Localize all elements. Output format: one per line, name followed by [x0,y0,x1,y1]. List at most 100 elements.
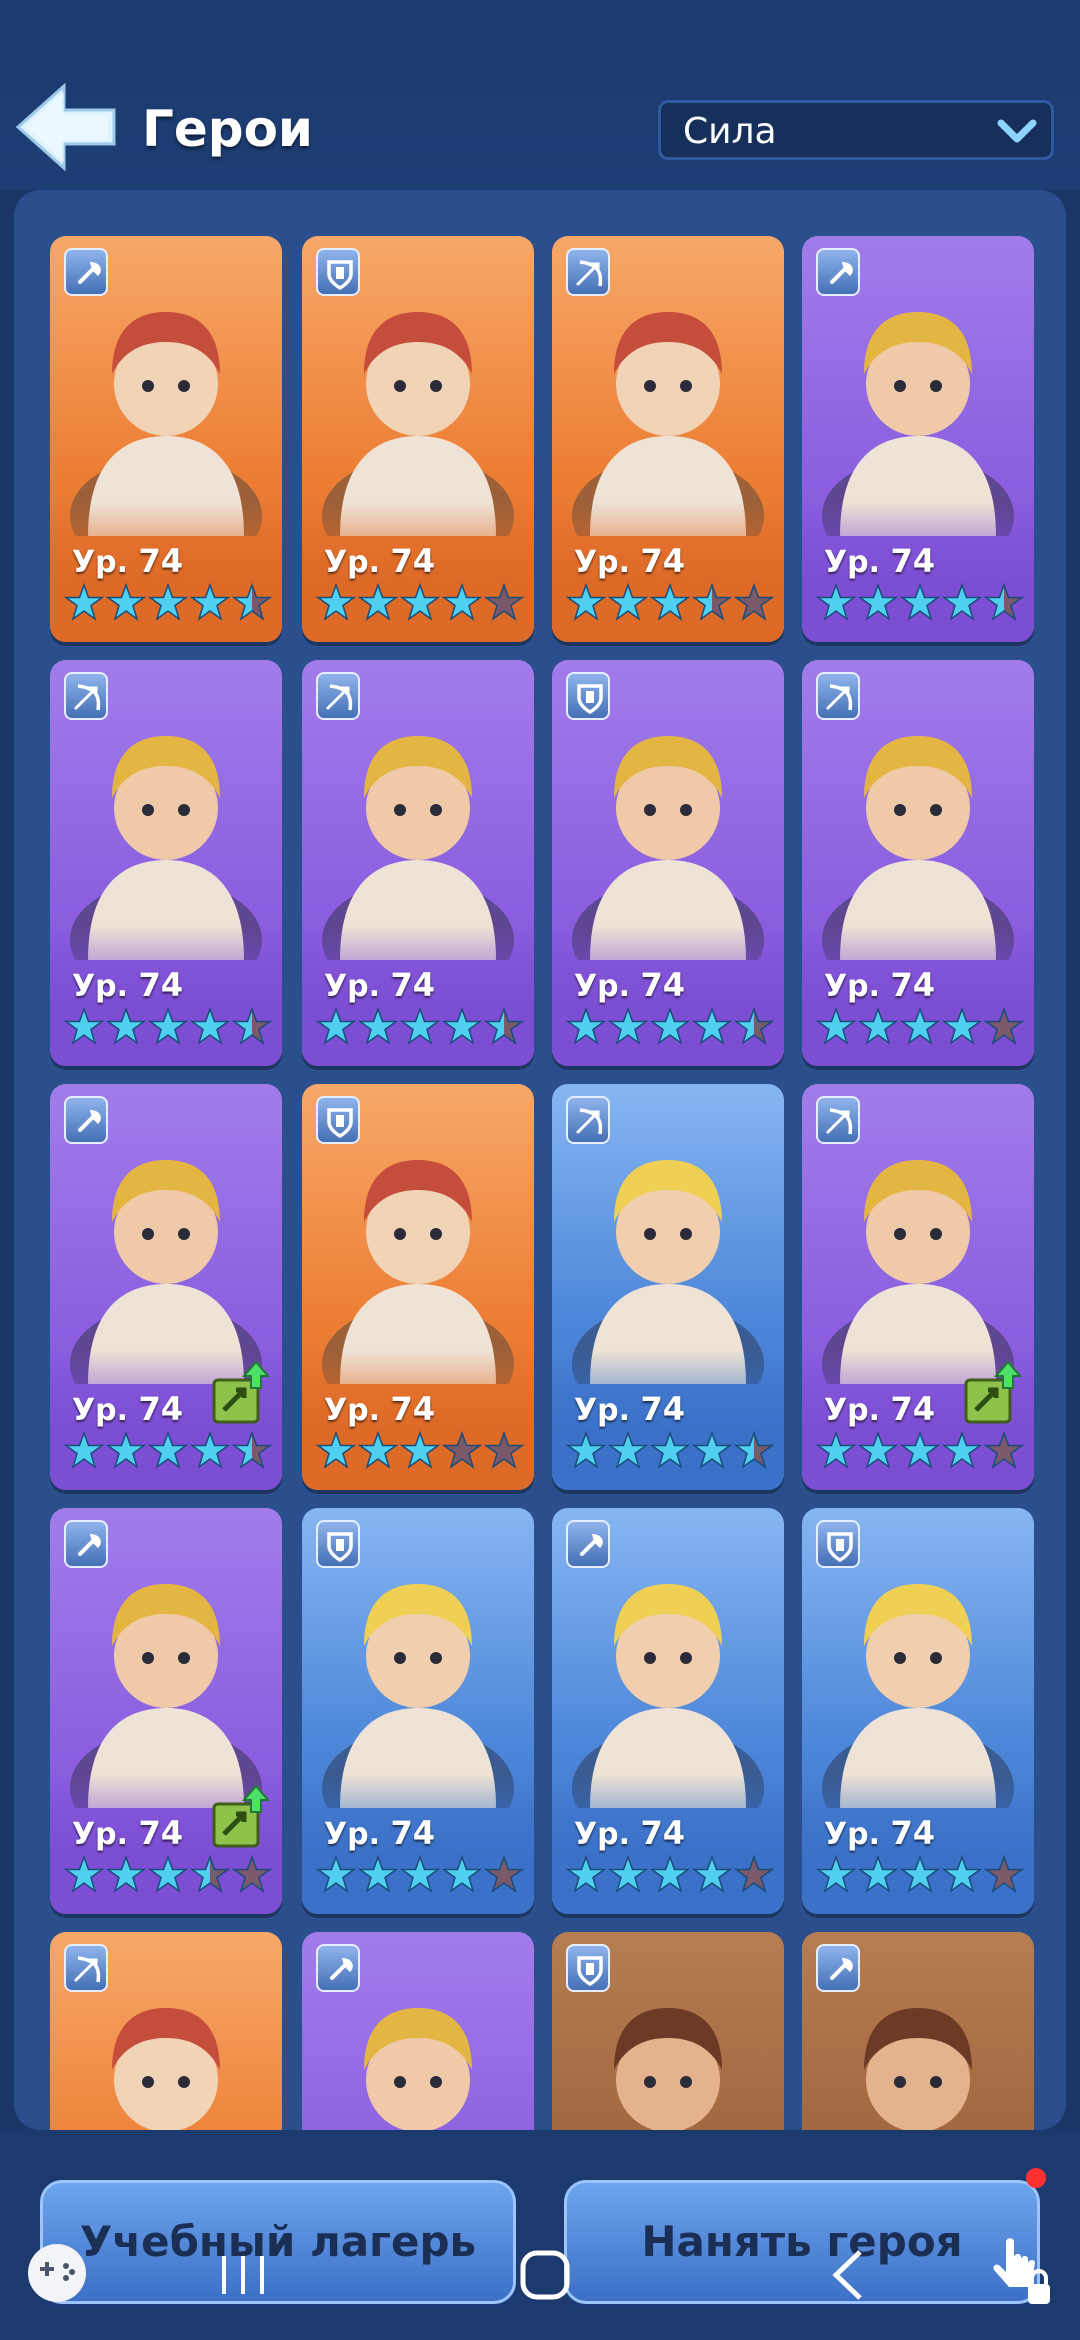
star-icon [734,1430,774,1469]
hero-card[interactable]: Ур. 74 [552,236,784,642]
star-icon [148,1430,188,1469]
hero-portrait [572,312,764,536]
bow-class-icon [816,1096,860,1144]
hero-card[interactable] [552,1932,784,2130]
system-nav-bar [0,2204,1080,2340]
axe-class-icon [64,248,108,296]
star-icon [358,1854,398,1893]
star-icon [608,1430,648,1469]
hero-stars [316,582,524,622]
star-icon [650,1430,690,1469]
hero-card[interactable]: Ур. 74 [50,1084,282,1490]
hero-card[interactable]: Ур. 74 [50,1508,282,1914]
star-icon [984,1854,1024,1893]
game-controller-icon[interactable] [26,2242,88,2304]
top-bar: Герои Сила [0,0,1080,190]
hero-card[interactable]: Ур. 74 [50,660,282,1066]
hero-portrait [322,736,514,960]
star-icon [442,1854,482,1893]
hero-level: Ур. 74 [324,1390,435,1428]
star-icon [942,1006,982,1045]
hero-portrait [70,312,262,536]
star-icon [942,1854,982,1893]
star-icon [400,1430,440,1469]
axe-class-icon [816,248,860,296]
star-icon [608,1854,648,1893]
star-icon [858,1430,898,1469]
star-icon [148,1006,188,1045]
hero-card[interactable] [802,1932,1034,2130]
shield-class-icon [316,1520,360,1568]
shield-class-icon [566,1944,610,1992]
star-icon [148,582,188,621]
hero-portrait [572,1584,764,1808]
star-icon [442,1006,482,1045]
back-nav-icon[interactable] [828,2248,868,2302]
axe-class-icon [316,1944,360,1992]
hero-card[interactable]: Ур. 74 [552,660,784,1066]
star-icon [316,1854,356,1893]
shield-class-icon [816,1520,860,1568]
star-icon [608,582,648,621]
star-icon [816,1430,856,1469]
star-icon [190,582,230,621]
star-icon [316,1006,356,1045]
hero-portrait [572,1160,764,1384]
shield-class-icon [566,672,610,720]
star-icon [858,1854,898,1893]
hero-card[interactable]: Ур. 74 [302,236,534,642]
hero-card[interactable]: Ур. 74 [302,660,534,1066]
sort-dropdown[interactable]: Сила [658,100,1054,160]
star-icon [984,1006,1024,1045]
star-icon [566,1854,606,1893]
recent-apps-icon[interactable] [216,2252,270,2298]
star-icon [232,1430,272,1469]
star-icon [106,582,146,621]
hero-card[interactable]: Ур. 74 [552,1508,784,1914]
hero-portrait [822,736,1014,960]
hero-card[interactable]: Ур. 74 [50,236,282,642]
star-icon [106,1854,146,1893]
hero-portrait [322,1160,514,1384]
hero-stars [566,582,774,622]
star-icon [358,1430,398,1469]
hero-card[interactable]: Ур. 74 [802,1508,1034,1914]
star-icon [858,1006,898,1045]
notification-dot [1026,2168,1046,2188]
star-icon [734,582,774,621]
star-icon [942,1430,982,1469]
axe-class-icon [566,1520,610,1568]
hero-card[interactable]: Ур. 74 [802,660,1034,1066]
star-icon [734,1006,774,1045]
hero-stars [64,1430,272,1470]
hero-card[interactable] [302,1932,534,2130]
hero-portrait [822,312,1014,536]
star-icon [734,1854,774,1893]
hero-level: Ур. 74 [72,1814,183,1852]
star-icon [484,1854,524,1893]
hero-card[interactable]: Ур. 74 [802,236,1034,642]
touch-lock-icon[interactable] [992,2234,1054,2308]
hero-card[interactable] [50,1932,282,2130]
axe-class-icon [64,1096,108,1144]
home-icon[interactable] [518,2248,572,2302]
bow-class-icon [64,1944,108,1992]
hero-level: Ур. 74 [72,542,183,580]
hero-card[interactable]: Ур. 74 [552,1084,784,1490]
star-icon [232,1006,272,1045]
hero-level: Ур. 74 [824,1390,935,1428]
bow-class-icon [816,672,860,720]
hero-card[interactable]: Ур. 74 [302,1084,534,1490]
hero-card[interactable]: Ур. 74 [802,1084,1034,1490]
star-icon [650,1854,690,1893]
star-icon [442,582,482,621]
star-icon [106,1430,146,1469]
hero-stars [816,1430,1024,1470]
star-icon [64,1006,104,1045]
star-icon [442,1430,482,1469]
star-icon [566,1430,606,1469]
back-button[interactable] [14,82,118,172]
star-icon [650,1006,690,1045]
hero-card[interactable]: Ур. 74 [302,1508,534,1914]
hero-level: Ур. 74 [574,1814,685,1852]
